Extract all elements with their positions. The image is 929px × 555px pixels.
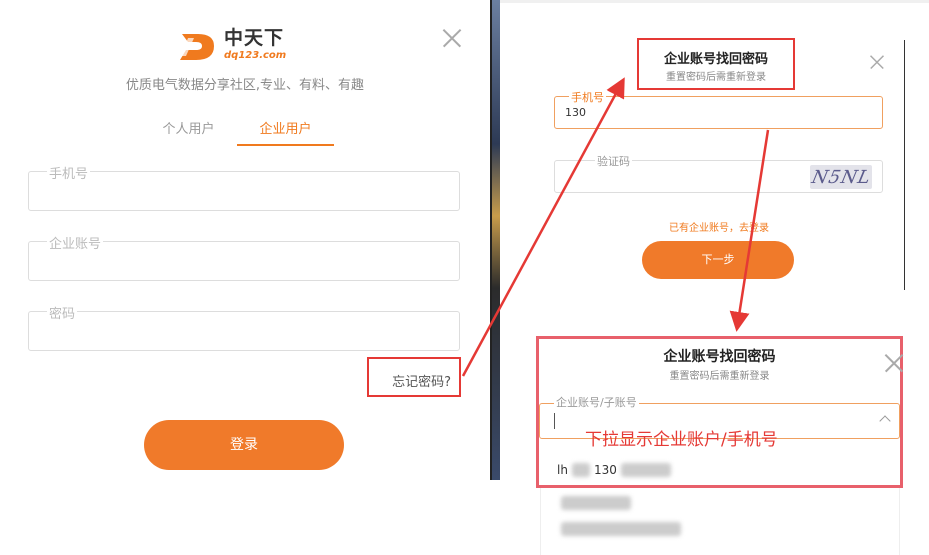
screenshot-canvas: 中天下 dq123.com 优质电气数据分享社区,专业、有料、有趣 个人用户 企… [0, 0, 929, 555]
arrow-to-step2 [729, 129, 770, 332]
annotation-arrows [461, 77, 770, 377]
arrow-to-step1 [461, 77, 625, 377]
